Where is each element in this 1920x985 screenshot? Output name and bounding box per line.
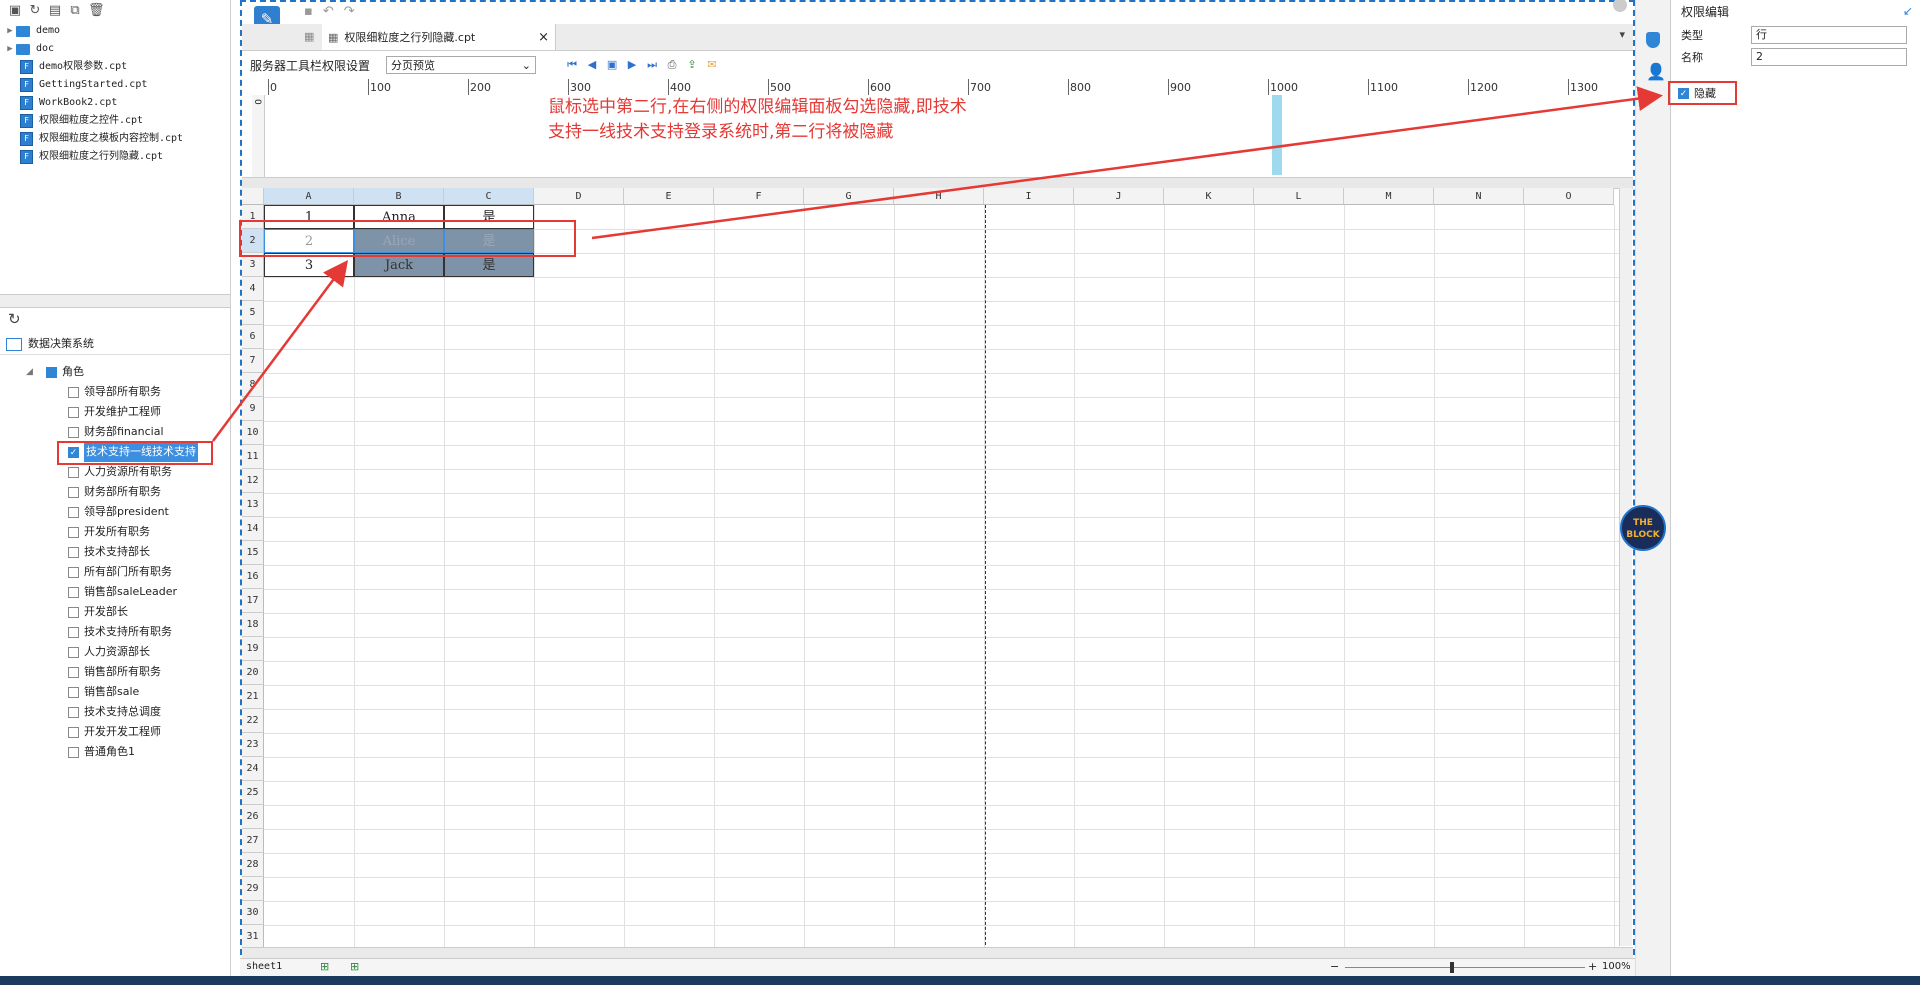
- arrow-role-to-row: [211, 259, 348, 442]
- annotation-arrows: [211, 86, 1663, 442]
- selected-row-highlight: [239, 220, 576, 257]
- arrow-row-to-panel: [591, 86, 1663, 240]
